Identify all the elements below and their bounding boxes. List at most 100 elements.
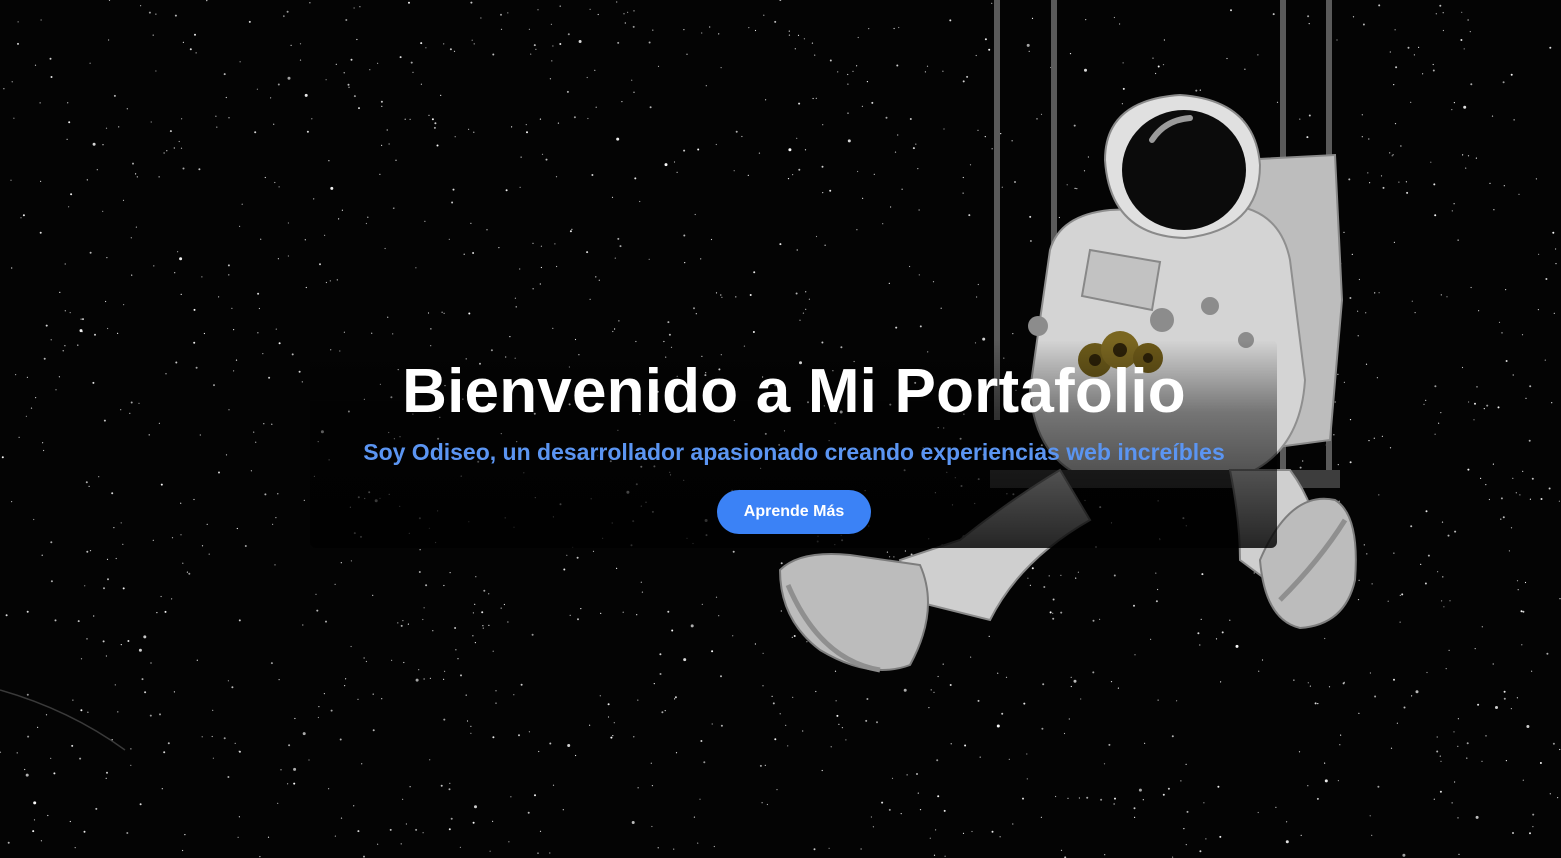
star	[1503, 690, 1506, 693]
star	[105, 655, 107, 657]
star	[531, 633, 534, 636]
star	[7, 841, 10, 844]
star	[648, 258, 650, 260]
star	[259, 856, 261, 858]
star	[324, 234, 326, 236]
star	[397, 622, 399, 624]
star	[1502, 516, 1505, 519]
star	[528, 731, 531, 733]
star	[126, 832, 129, 834]
star	[1100, 798, 1103, 801]
star	[212, 757, 214, 759]
star	[358, 107, 360, 110]
star	[400, 843, 402, 845]
star	[612, 330, 614, 333]
star	[589, 298, 591, 300]
star	[443, 43, 445, 45]
star	[1434, 214, 1437, 217]
star	[315, 593, 317, 595]
star	[1324, 762, 1326, 764]
star	[1529, 498, 1531, 500]
star	[452, 188, 455, 191]
star	[1503, 697, 1506, 700]
star	[1462, 154, 1464, 156]
star	[275, 328, 277, 330]
star	[53, 772, 56, 775]
star	[505, 189, 508, 192]
star	[16, 752, 18, 754]
star	[150, 121, 152, 123]
star	[1176, 700, 1178, 702]
star	[482, 627, 484, 629]
star	[81, 331, 83, 333]
star	[1067, 797, 1069, 799]
star	[181, 118, 183, 120]
star	[500, 607, 502, 609]
star	[1185, 844, 1187, 846]
star	[1453, 731, 1455, 733]
star	[996, 724, 1000, 728]
star	[77, 344, 79, 346]
star	[492, 650, 494, 652]
star	[1437, 571, 1439, 573]
star	[1413, 54, 1415, 56]
star	[174, 272, 176, 274]
star	[1557, 797, 1559, 799]
star	[72, 699, 74, 701]
star	[0, 751, 2, 753]
star	[460, 674, 462, 677]
star	[1374, 695, 1377, 698]
star	[749, 294, 752, 296]
star	[530, 53, 532, 55]
star	[1307, 785, 1309, 787]
learn-more-button[interactable]: Aprende Más	[717, 490, 871, 534]
star	[759, 764, 762, 767]
star	[455, 649, 457, 651]
star	[341, 209, 343, 211]
star	[431, 118, 434, 121]
star	[1470, 83, 1473, 86]
star	[1457, 745, 1459, 747]
star	[111, 739, 113, 741]
star	[169, 130, 172, 133]
star	[1446, 296, 1448, 298]
star	[180, 293, 182, 295]
star	[83, 830, 86, 833]
star	[131, 274, 133, 276]
star	[88, 485, 90, 487]
star	[492, 820, 494, 823]
star	[944, 855, 946, 857]
star	[695, 313, 697, 315]
star	[473, 131, 475, 133]
star	[483, 589, 486, 592]
star	[475, 576, 477, 578]
star	[389, 828, 392, 831]
star	[589, 724, 591, 726]
star	[1522, 470, 1524, 472]
star	[545, 158, 548, 161]
star	[287, 222, 289, 224]
star	[1442, 576, 1444, 578]
star	[193, 341, 196, 344]
star	[624, 22, 626, 24]
star	[566, 554, 568, 556]
star	[633, 10, 635, 12]
star	[96, 169, 98, 171]
star	[576, 556, 579, 559]
star	[1439, 790, 1442, 793]
star	[223, 73, 226, 76]
star	[1316, 797, 1319, 800]
star	[313, 198, 315, 200]
star	[436, 144, 439, 147]
star	[720, 294, 722, 296]
star	[66, 138, 68, 140]
star	[287, 255, 289, 257]
star	[752, 331, 755, 333]
star	[239, 61, 241, 63]
star	[1405, 181, 1407, 183]
star	[661, 711, 664, 714]
star	[345, 19, 348, 21]
star	[1396, 722, 1398, 724]
star	[881, 801, 884, 804]
star	[715, 143, 717, 146]
